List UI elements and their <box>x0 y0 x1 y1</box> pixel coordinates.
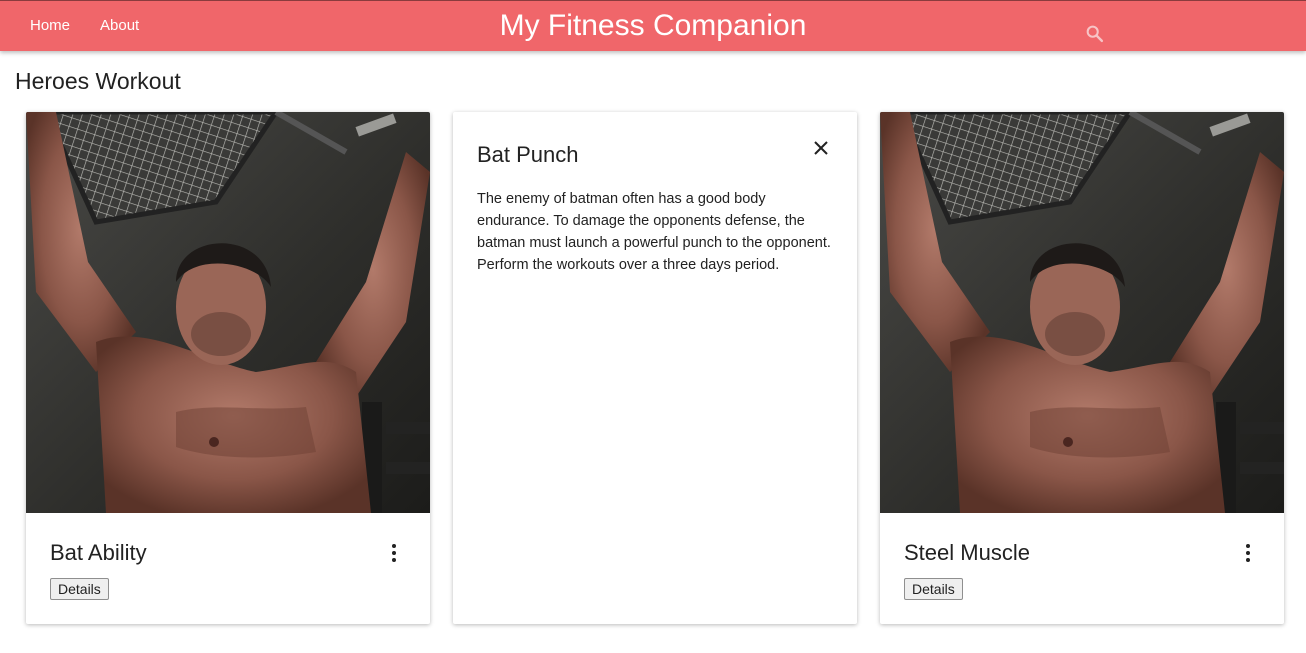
app-title: My Fitness Companion <box>499 9 807 42</box>
details-button[interactable]: Details <box>904 578 963 600</box>
details-button[interactable]: Details <box>50 578 109 600</box>
workout-card-bat-punch-reveal: Bat Punch The enemy of batman often has … <box>453 112 857 624</box>
reveal-description: The enemy of batman often has a good bod… <box>477 191 831 273</box>
workout-card-bat-ability: Bat Ability Details <box>26 112 430 624</box>
top-app-bar: Home About My Fitness Companion <box>0 0 1306 51</box>
card-title[interactable]: Steel Muscle <box>904 540 1030 566</box>
workout-photo[interactable] <box>26 112 430 513</box>
workout-card-steel-muscle: Steel Muscle Details <box>880 112 1284 624</box>
close-icon[interactable] <box>811 138 831 158</box>
card-title[interactable]: Bat Ability <box>50 540 147 566</box>
workout-photo[interactable] <box>880 112 1284 513</box>
more-vert-icon[interactable] <box>1240 542 1256 564</box>
reveal-title: Bat Punch <box>477 142 579 167</box>
section-title: Heroes Workout <box>15 68 181 94</box>
more-vert-icon[interactable] <box>386 542 402 564</box>
search-icon[interactable] <box>1084 23 1106 45</box>
